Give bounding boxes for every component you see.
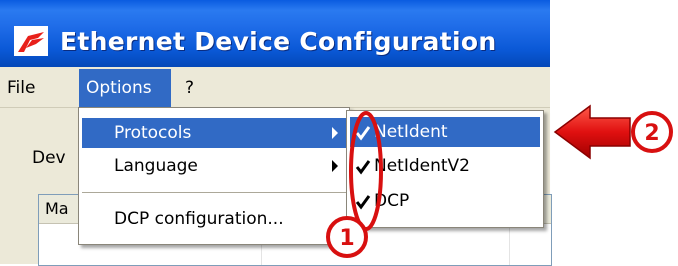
menu-item-label: Language xyxy=(114,156,198,176)
submenu-item-label: DCP xyxy=(374,191,410,211)
menu-item-protocols[interactable]: Protocols xyxy=(82,118,346,148)
checkmark-icon xyxy=(355,160,371,175)
menu-item-dcp-configuration[interactable]: DCP configuration... xyxy=(82,204,346,234)
submenu-arrow-icon xyxy=(332,127,338,139)
menu-separator xyxy=(82,192,346,193)
hilscher-logo-icon xyxy=(14,26,48,56)
title-bar[interactable]: Ethernet Device Configuration xyxy=(0,0,550,67)
checkmark-icon xyxy=(355,195,371,210)
pointer-arrow-icon xyxy=(553,104,631,160)
submenu-item-label: NetIdentV2 xyxy=(374,156,470,176)
window-title: Ethernet Device Configuration xyxy=(60,27,497,56)
marker-2-circle xyxy=(631,111,673,153)
menu-file[interactable]: File xyxy=(0,69,42,107)
submenu-item-netident[interactable]: NetIdent xyxy=(350,117,540,147)
column-header-mac[interactable]: Ma xyxy=(45,199,69,218)
submenu-item-netidentv2[interactable]: NetIdentV2 xyxy=(350,151,540,181)
marker-2-label: 2 xyxy=(644,121,659,146)
menu-bar: File Options ? xyxy=(0,69,550,108)
checkmark-icon xyxy=(355,126,371,141)
submenu-item-dcp[interactable]: DCP xyxy=(350,186,540,216)
device-label: Dev xyxy=(32,148,66,168)
grid-line xyxy=(509,223,510,265)
options-dropdown-menu: Protocols Language DCP configuration... xyxy=(78,107,350,245)
submenu-item-label: NetIdent xyxy=(374,122,448,142)
menu-options[interactable]: Options xyxy=(79,69,171,107)
protocols-submenu: NetIdent NetIdentV2 DCP xyxy=(346,110,544,228)
submenu-arrow-icon xyxy=(332,160,338,172)
menu-item-label: Protocols xyxy=(114,123,192,143)
menu-help[interactable]: ? xyxy=(178,69,201,107)
menu-item-language[interactable]: Language xyxy=(82,151,346,181)
menu-item-label: DCP configuration... xyxy=(114,209,284,229)
